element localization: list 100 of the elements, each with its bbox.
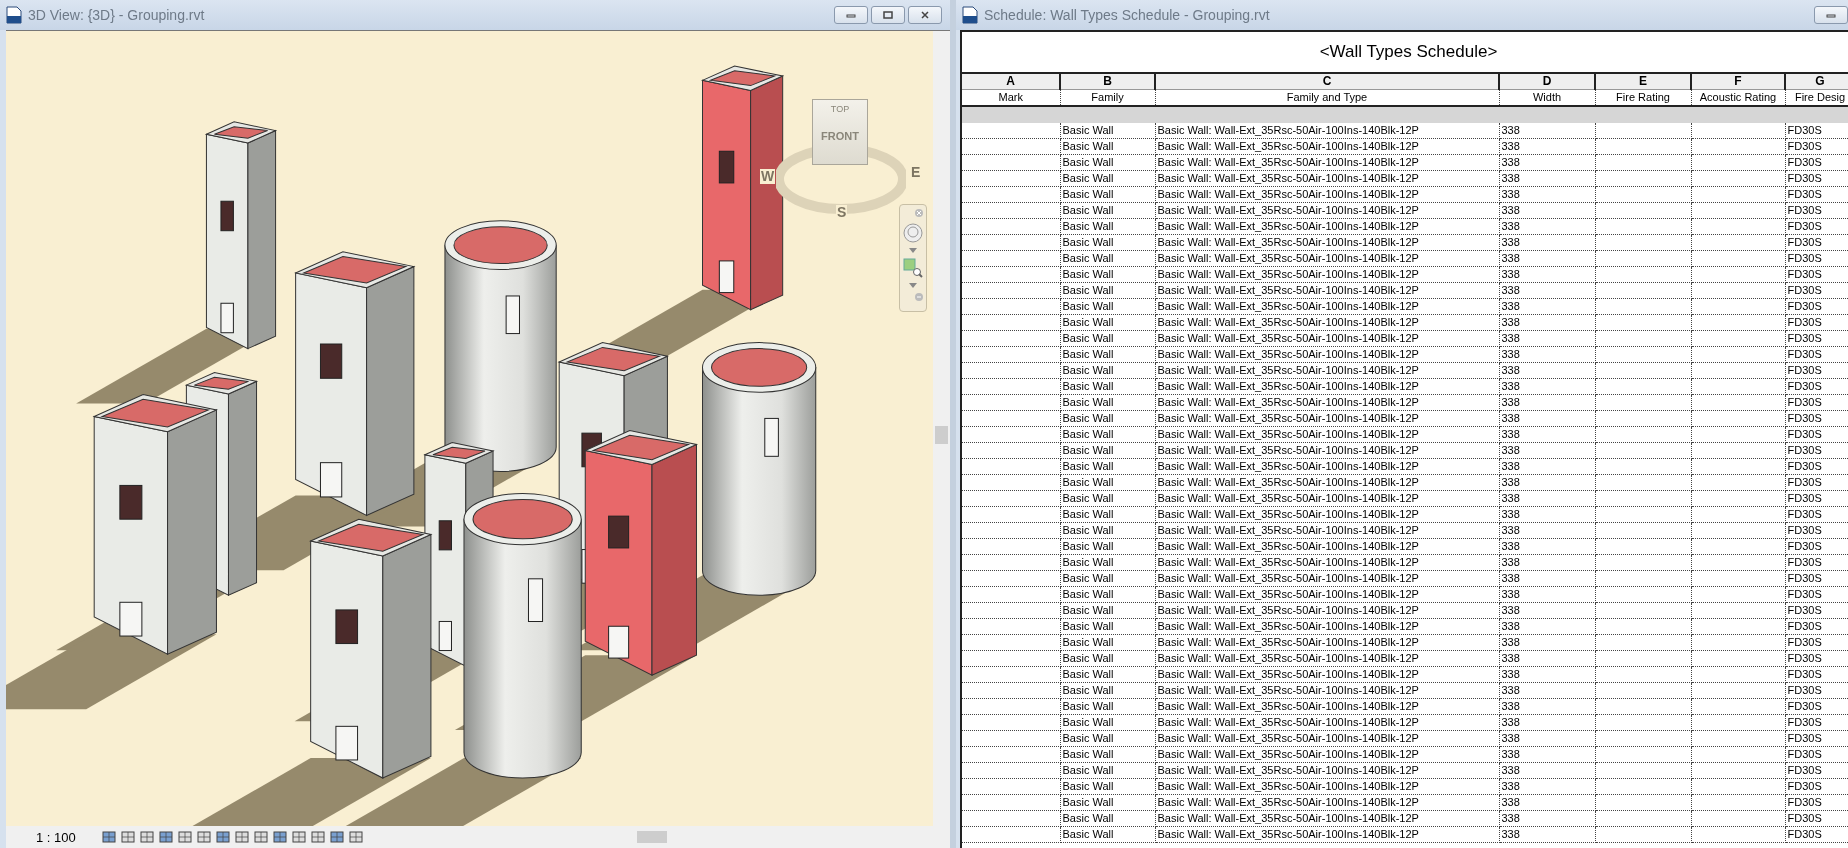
- table-cell: Basic Wall: Wall-Ext_35Rsc-50Air-100Ins-140Blk-12P: [1155, 698, 1499, 715]
- table-cell: 338: [1499, 202, 1595, 219]
- table-cell: 338: [1499, 682, 1595, 699]
- table-cell: Basic Wall: [1060, 714, 1155, 731]
- table-cell: Basic Wall: Wall-Ext_35Rsc-50Air-100Ins-140Blk-12P: [1155, 682, 1499, 699]
- table-cell: 338: [1499, 410, 1595, 427]
- table-cell: FD30S: [1785, 394, 1848, 411]
- table-cell: 338: [1499, 666, 1595, 683]
- table-cell: Basic Wall: [1060, 554, 1155, 571]
- table-cell: FD30S: [1785, 714, 1848, 731]
- table-cell: Basic Wall: [1060, 618, 1155, 635]
- dropdown-arrow-icon[interactable]: [909, 248, 917, 253]
- table-cell: Basic Wall: Wall-Ext_35Rsc-50Air-100Ins-140Blk-12P: [1155, 394, 1499, 411]
- table-cell: FD30S: [1785, 458, 1848, 475]
- table-cell: Basic Wall: [1060, 250, 1155, 267]
- table-cell: Basic Wall: [1060, 746, 1155, 763]
- table-cell: FD30S: [1785, 698, 1848, 715]
- table-cell: 338: [1499, 426, 1595, 443]
- column-letter[interactable]: B: [1060, 74, 1155, 90]
- table-cell: FD30S: [1785, 778, 1848, 795]
- table-cell: Basic Wall: [1060, 474, 1155, 491]
- document-icon: [962, 6, 978, 24]
- dropdown-arrow-icon[interactable]: [909, 283, 917, 288]
- table-cell: Basic Wall: Wall-Ext_35Rsc-50Air-100Ins-140Blk-12P: [1155, 298, 1499, 315]
- table-cell: 338: [1499, 250, 1595, 267]
- table-cell: 338: [1499, 330, 1595, 347]
- table-cell: Basic Wall: Wall-Ext_35Rsc-50Air-100Ins-140Blk-12P: [1155, 746, 1499, 763]
- table-cell: 338: [1499, 602, 1595, 619]
- table-cell: 338: [1499, 218, 1595, 235]
- table-cell: FD30S: [1785, 123, 1848, 139]
- table-cell: Basic Wall: [1060, 682, 1155, 699]
- table-cell: Basic Wall: [1060, 138, 1155, 155]
- zoom-icon[interactable]: [902, 257, 924, 279]
- table-cell: 338: [1499, 138, 1595, 155]
- table-cell: Basic Wall: [1060, 810, 1155, 827]
- table-cell: FD30S: [1785, 634, 1848, 651]
- table-cell: 338: [1499, 346, 1595, 363]
- table-cell: FD30S: [1785, 250, 1848, 267]
- table-cell: Basic Wall: [1060, 410, 1155, 427]
- table-cell: Basic Wall: [1060, 826, 1155, 843]
- table-cell: FD30S: [1785, 666, 1848, 683]
- table-cell: FD30S: [1785, 538, 1848, 555]
- table-cell: 338: [1499, 170, 1595, 187]
- table-cell: Basic Wall: Wall-Ext_35Rsc-50Air-100Ins-140Blk-12P: [1155, 506, 1499, 523]
- table-cell: FD30S: [1785, 682, 1848, 699]
- table-cell: Basic Wall: [1060, 378, 1155, 395]
- table-cell: 338: [1499, 186, 1595, 203]
- column-letter[interactable]: A: [962, 74, 1060, 90]
- minimize-button[interactable]: [834, 6, 868, 24]
- table-cell: 338: [1499, 570, 1595, 587]
- table-cell: Basic Wall: Wall-Ext_35Rsc-50Air-100Ins-140Blk-12P: [1155, 314, 1499, 331]
- table-cell: FD30S: [1785, 378, 1848, 395]
- close-icon: [919, 11, 931, 19]
- table-cell: Basic Wall: [1060, 730, 1155, 747]
- column-letter[interactable]: C: [1155, 74, 1499, 90]
- table-cell: FD30S: [1785, 202, 1848, 219]
- minimize-icon: [845, 11, 857, 19]
- table-cell: Basic Wall: [1060, 186, 1155, 203]
- table-cell: FD30S: [1785, 266, 1848, 283]
- table-cell: Basic Wall: [1060, 218, 1155, 235]
- restore-button[interactable]: [871, 6, 905, 24]
- table-cell: Basic Wall: [1060, 426, 1155, 443]
- table-cell: 338: [1499, 538, 1595, 555]
- view-scale[interactable]: 1 : 100: [36, 829, 76, 845]
- table-cell: Basic Wall: [1060, 538, 1155, 555]
- table-cell: Basic Wall: [1060, 490, 1155, 507]
- column-letter[interactable]: F: [1691, 74, 1785, 90]
- table-cell: Basic Wall: [1060, 634, 1155, 651]
- steering-wheel-icon[interactable]: [902, 222, 924, 244]
- compass-letter: S: [836, 205, 848, 220]
- table-cell: Basic Wall: Wall-Ext_35Rsc-50Air-100Ins-140Blk-12P: [1155, 730, 1499, 747]
- table-cell: Basic Wall: Wall-Ext_35Rsc-50Air-100Ins-140Blk-12P: [1155, 458, 1499, 475]
- table-cell: 338: [1499, 474, 1595, 491]
- table-cell: FD30S: [1785, 490, 1848, 507]
- table-cell: 338: [1499, 490, 1595, 507]
- table-cell: 338: [1499, 746, 1595, 763]
- table-cell: 338: [1499, 762, 1595, 779]
- table-cell: Basic Wall: Wall-Ext_35Rsc-50Air-100Ins-140Blk-12P: [1155, 250, 1499, 267]
- table-cell: Basic Wall: [1060, 346, 1155, 363]
- table-cell: FD30S: [1785, 602, 1848, 619]
- column-letter[interactable]: E: [1595, 74, 1691, 90]
- table-cell: Basic Wall: Wall-Ext_35Rsc-50Air-100Ins-140Blk-12P: [1155, 330, 1499, 347]
- table-cell: FD30S: [1785, 442, 1848, 459]
- table-cell: 338: [1499, 394, 1595, 411]
- table-cell: 338: [1499, 442, 1595, 459]
- table-cell: Basic Wall: Wall-Ext_35Rsc-50Air-100Ins-140Blk-12P: [1155, 218, 1499, 235]
- column-letter[interactable]: G: [1785, 74, 1848, 90]
- table-cell: Basic Wall: Wall-Ext_35Rsc-50Air-100Ins-140Blk-12P: [1155, 666, 1499, 683]
- table-cell: Basic Wall: Wall-Ext_35Rsc-50Air-100Ins-140Blk-12P: [1155, 138, 1499, 155]
- table-cell: Basic Wall: Wall-Ext_35Rsc-50Air-100Ins-140Blk-12P: [1155, 378, 1499, 395]
- column-letter[interactable]: D: [1499, 74, 1595, 90]
- table-cell: FD30S: [1785, 282, 1848, 299]
- table-cell: Basic Wall: Wall-Ext_35Rsc-50Air-100Ins-140Blk-12P: [1155, 522, 1499, 539]
- window-title: Schedule: Wall Types Schedule - Grouping.rvt: [984, 7, 1270, 23]
- minimize-button[interactable]: [1814, 6, 1848, 24]
- table-cell: FD30S: [1785, 218, 1848, 235]
- table-cell: Basic Wall: Wall-Ext_35Rsc-50Air-100Ins-140Blk-12P: [1155, 362, 1499, 379]
- 3d-viewport[interactable]: TOP FRONT W E S: [6, 31, 933, 826]
- close-button[interactable]: [908, 6, 942, 24]
- compass-letter: E: [910, 165, 922, 180]
